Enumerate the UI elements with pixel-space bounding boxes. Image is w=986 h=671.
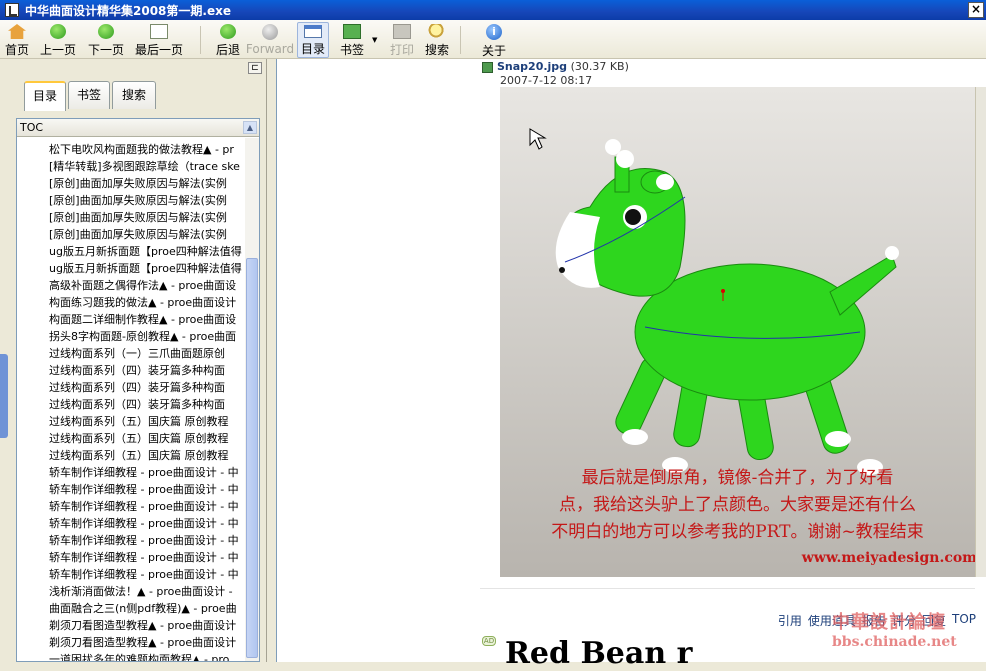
toc-item[interactable]: 轿车制作详细教程 - proe曲面设计 - 中: [49, 481, 245, 498]
toc-item[interactable]: 剃须刀看图造型教程▲ - proe曲面设计: [49, 634, 245, 651]
window-title: 中华曲面设计精华集2008第一期.exe: [25, 3, 231, 18]
arrow-down-icon: [98, 24, 114, 39]
home-icon: [8, 24, 26, 39]
sidebar-collapse-handle[interactable]: [0, 354, 8, 438]
donkey-model: [561, 156, 897, 461]
toc-item[interactable]: [原创]曲面加厚失败原因与解法(实例: [49, 192, 245, 209]
toc-scrollbar-thumb[interactable]: [246, 258, 258, 658]
image-edge-strip: [975, 87, 986, 577]
toc-panel: TOC ▲ 松下电吹风构面题我的做法教程▲ - pr [精华转载]多视图跟踪草绘（…: [16, 118, 260, 662]
toolbar: 首页 上一页 下一页 最后一页 后退 Forward 目录 书签 ▼ 打印 搜索…: [0, 20, 986, 59]
toc-item[interactable]: [精华转载]多视图跟踪草绘（trace ske: [49, 158, 245, 175]
toc-item[interactable]: 高级补面题之偶得作法▲ - proe曲面设: [49, 277, 245, 294]
bookmark-button[interactable]: 书签: [337, 22, 367, 58]
toc-item[interactable]: 轿车制作详细教程 - proe曲面设计 - 中: [49, 566, 245, 583]
image-caption: 最后就是倒原角，镜像-合并了，为了好看 点，我给这头驴上了点颜色。大家要是还有什…: [551, 468, 924, 542]
toc-item[interactable]: ug版五月新拆面题【proe四种解法值得: [49, 260, 245, 277]
printer-icon: [393, 24, 411, 39]
toc-item[interactable]: [原创]曲面加厚失败原因与解法(实例: [49, 226, 245, 243]
attachment-date: 2007-7-12 08:17: [500, 74, 593, 87]
toc-item[interactable]: 轿车制作详细教程 - proe曲面设计 - 中: [49, 515, 245, 532]
toc-item[interactable]: 过线构面系列（五）国庆篇 原创教程: [49, 413, 245, 430]
toc-item[interactable]: 轿车制作详细教程 - proe曲面设计 - 中: [49, 549, 245, 566]
toc-item[interactable]: 过线构面系列（五）国庆篇 原创教程: [49, 447, 245, 464]
toolbar-separator: [200, 26, 201, 54]
toc-item[interactable]: 曲面融合之三(n侧pdf教程)▲ - proe曲: [49, 600, 245, 617]
forward-arrow-icon: [262, 24, 278, 40]
tab-search[interactable]: 搜索: [112, 81, 156, 109]
mouse-cursor-icon: [529, 128, 547, 150]
toc-item[interactable]: 浅析渐消面做法！▲ - proe曲面设计 -: [49, 583, 245, 600]
toc-item[interactable]: 轿车制作详细教程 - proe曲面设计 - 中: [49, 532, 245, 549]
toc-item[interactable]: 过线构面系列（四）装牙篇多种构面: [49, 362, 245, 379]
toc-item[interactable]: 过线构面系列（四）装牙篇多种构面: [49, 379, 245, 396]
toc-item[interactable]: 轿车制作详细教程 - proe曲面设计 - 中: [49, 464, 245, 481]
image-watermark: www.meiyadesign.com: [801, 550, 975, 566]
pin-icon[interactable]: ⊏: [248, 62, 262, 74]
divider: [480, 588, 975, 589]
back-button[interactable]: 后退: [214, 22, 242, 58]
next-page-button[interactable]: 下一页: [86, 22, 126, 58]
toc-list: 松下电吹风构面题我的做法教程▲ - pr [精华转载]多视图跟踪草绘（trace …: [49, 141, 245, 661]
toc-scrollbar[interactable]: [245, 138, 259, 661]
home-button[interactable]: 首页: [4, 22, 30, 58]
info-icon: i: [486, 24, 502, 40]
bookmark-icon: [343, 24, 361, 39]
image-file-icon: [482, 61, 493, 73]
close-button[interactable]: ×: [968, 2, 984, 18]
about-button[interactable]: i 关于: [480, 22, 508, 58]
toc-item[interactable]: 松下电吹风构面题我的做法教程▲ - pr: [49, 141, 245, 158]
quote-link[interactable]: 引用: [778, 612, 802, 629]
bookmark-dropdown-arrow[interactable]: ▼: [372, 36, 377, 44]
toc-item[interactable]: 轿车制作详细教程 - proe曲面设计 - 中: [49, 498, 245, 515]
collapse-up-icon[interactable]: ▲: [243, 121, 257, 134]
next-post-title: Red Bean r: [505, 636, 693, 671]
search-icon: [428, 24, 446, 39]
toc-item[interactable]: 过线构面系列（五）国庆篇 原创教程: [49, 430, 245, 447]
tab-bookmarks[interactable]: 书签: [68, 81, 110, 109]
toc-item[interactable]: 过线构面系列（一）三爪曲面题原创: [49, 345, 245, 362]
last-page-button[interactable]: 最后一页: [134, 22, 184, 58]
forward-button[interactable]: Forward: [246, 22, 294, 58]
back-arrow-icon: [220, 24, 236, 39]
toc-item[interactable]: [原创]曲面加厚失败原因与解法(实例: [49, 175, 245, 192]
attachment-link[interactable]: Snap20.jpg: [497, 60, 567, 73]
tab-toc[interactable]: 目录: [24, 81, 66, 111]
app-icon: [5, 3, 19, 17]
attachment-size: (30.37 KB): [570, 60, 629, 73]
last-page-icon: [150, 24, 168, 39]
toc-item[interactable]: 拐头8字构面题-原创教程▲ - proe曲面: [49, 328, 245, 345]
prev-page-button[interactable]: 上一页: [38, 22, 78, 58]
toc-item[interactable]: 过线构面系列（四）装牙篇多种构面: [49, 396, 245, 413]
post-image: 最后就是倒原角，镜像-合并了，为了好看 点，我给这头驴上了点颜色。大家要是还有什…: [500, 87, 975, 577]
toc-item[interactable]: 一道困扰多年的难题构面教程▲ - pro: [49, 651, 245, 661]
toc-icon: [304, 25, 322, 38]
toc-button[interactable]: 目录: [297, 22, 329, 58]
toc-item[interactable]: 剃须刀看图造型教程▲ - proe曲面设计: [49, 617, 245, 634]
ad-badge: AD: [482, 636, 496, 646]
arrow-up-icon: [50, 24, 66, 39]
print-button[interactable]: 打印: [388, 22, 416, 58]
toolbar-separator: [460, 26, 461, 54]
forum-logo-stamp: 中華設計論壇 bbs.chinade.net: [832, 612, 957, 650]
toc-header: TOC ▲: [17, 119, 259, 137]
toc-item[interactable]: 构面练习题我的做法▲ - proe曲面设计: [49, 294, 245, 311]
window-titlebar: 中华曲面设计精华集2008第一期.exe ×: [0, 0, 986, 20]
search-button[interactable]: 搜索: [422, 22, 452, 58]
attachment-info: Snap20.jpg (30.37 KB): [482, 60, 629, 73]
toc-item[interactable]: ug版五月新拆面题【proe四种解法值得: [49, 243, 245, 260]
toc-item[interactable]: 构面题二详细制作教程▲ - proe曲面设: [49, 311, 245, 328]
toc-item[interactable]: [原创]曲面加厚失败原因与解法(实例: [49, 209, 245, 226]
